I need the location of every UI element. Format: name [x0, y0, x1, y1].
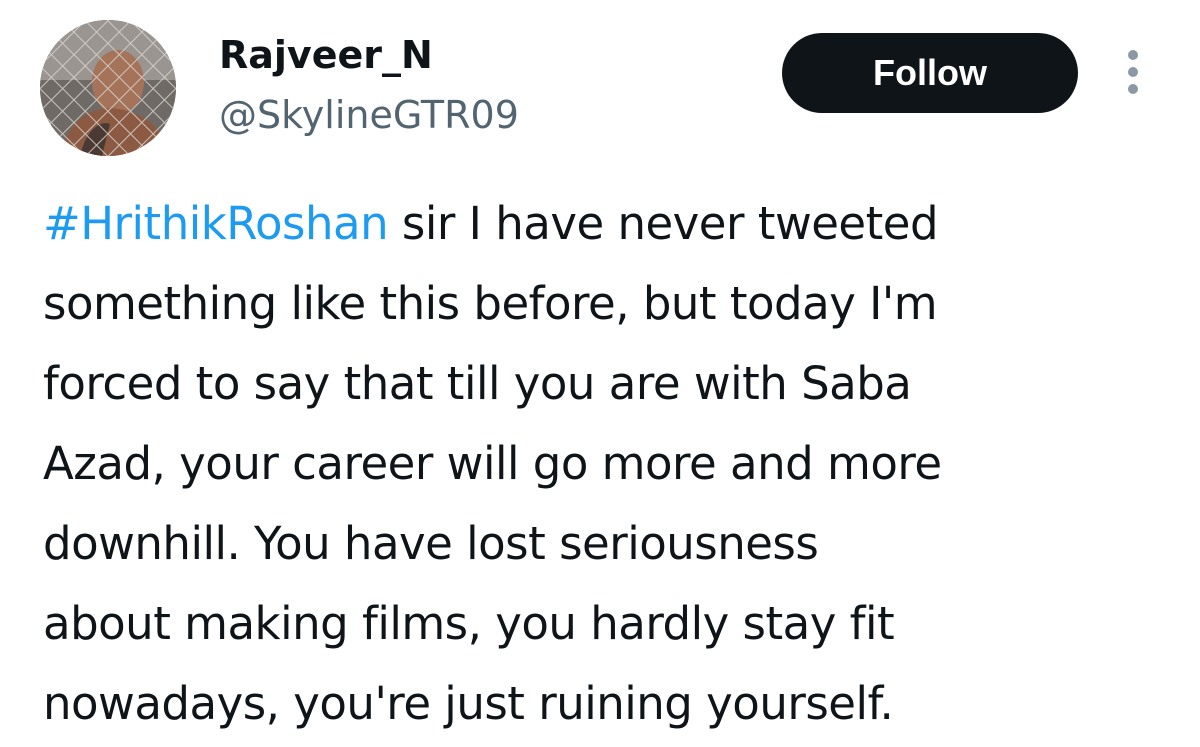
- hashtag-link[interactable]: #HrithikRoshan: [43, 197, 389, 250]
- tweet-line: #HrithikRoshan sir I have never tweeted: [43, 184, 1183, 264]
- avatar-image: [40, 20, 176, 156]
- more-dot: [1128, 50, 1138, 60]
- tweet-line: forced to say that till you are with Sab…: [43, 357, 912, 410]
- tweet-line: downhill. You have lost seriousness: [43, 517, 819, 570]
- tweet-line: something like this before, but today I'…: [43, 277, 938, 330]
- more-dot: [1128, 67, 1138, 77]
- tweet-text: #HrithikRoshan sir I have never tweeted …: [43, 184, 1183, 744]
- follow-button[interactable]: Follow: [782, 33, 1078, 113]
- user-handle[interactable]: @SkylineGTR09: [219, 91, 519, 139]
- tweet-line: nowadays, you're just ruining yourself.: [43, 677, 894, 730]
- more-dot: [1128, 84, 1138, 94]
- tweet-line: about making films, you hardly stay fit: [43, 597, 895, 650]
- more-vertical-icon[interactable]: [1116, 48, 1150, 96]
- display-name[interactable]: Rajveer_N: [219, 31, 433, 79]
- avatar[interactable]: [40, 20, 176, 156]
- tweet-line-text: sir I have never tweeted: [388, 197, 939, 250]
- tweet-line: Azad, your career will go more and more: [43, 437, 942, 490]
